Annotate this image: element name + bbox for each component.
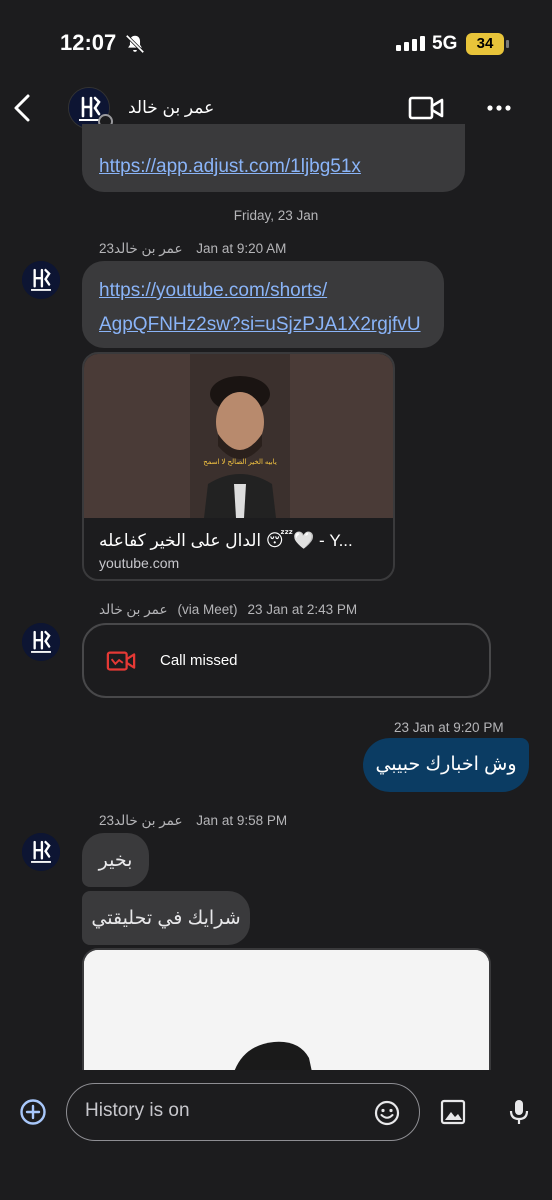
add-attachment-icon[interactable] (19, 1098, 47, 1126)
person-thumbnail-icon (190, 354, 290, 518)
message-bubble[interactable]: بخير (82, 833, 149, 887)
image-attachment[interactable] (82, 948, 491, 1070)
message-bubble[interactable]: شرايك في تحليقتي (82, 891, 250, 945)
message-input[interactable] (85, 1100, 355, 1122)
preview-title: الدال على الخير كفاعله 😴🤍 - Y... (99, 531, 353, 550)
battery-cap (506, 40, 509, 48)
sender-name: عمر بن خالد (114, 813, 183, 828)
video-overlay-text: يابيه الخير الصالح لا اسمح (203, 459, 277, 466)
preview-domain: youtube.com (99, 555, 180, 571)
gallery-icon[interactable] (440, 1099, 466, 1125)
signal-icon (396, 36, 425, 51)
message-meta: عمر بن خالد23 Jan at 9:58 PM (99, 813, 287, 829)
status-time: 12:07 (60, 30, 117, 55)
back-arrow-icon[interactable] (10, 92, 34, 124)
network-type: 5G (432, 33, 458, 54)
sender-avatar[interactable] (22, 833, 60, 871)
sender-avatar[interactable] (22, 623, 60, 661)
crest-icon (22, 833, 60, 871)
sender-name: عمر بن خالد (114, 241, 183, 256)
bell-slash-icon (125, 34, 145, 54)
message-meta: عمر بن خالد (via Meet) 23 Jan at 2:43 PM (99, 602, 357, 618)
preview-thumbnail: يابيه الخير الصالح لا اسمح (84, 354, 393, 518)
contact-name[interactable]: عمر بن خالد (128, 98, 214, 118)
microphone-icon[interactable] (508, 1098, 530, 1126)
message-link[interactable]: https://app.adjust.com/1ljbg51x (99, 150, 361, 184)
photo-preview-icon (84, 950, 489, 1070)
message-composer[interactable] (66, 1083, 420, 1141)
video-call-icon[interactable] (408, 94, 444, 122)
message-text: بخير (98, 850, 133, 871)
message-text: شرايك في تحليقتي (91, 908, 241, 929)
message-time: 23 Jan at 9:20 PM (394, 720, 504, 735)
more-options-icon[interactable] (486, 96, 512, 120)
message-meta: عمر بن خالد23 Jan at 9:20 AM (99, 241, 286, 257)
date-divider: Friday, 23 Jan (233, 208, 319, 223)
crest-icon (22, 623, 60, 661)
youtube-link-line2[interactable]: AgpQFNHz2sw?si=uSjzPJA1X2rgjfvU (99, 308, 421, 342)
sender-avatar[interactable] (22, 261, 60, 299)
link-preview-card[interactable]: يابيه الخير الصالح لا اسمح الدال على الخ… (82, 352, 395, 581)
emoji-icon[interactable] (374, 1100, 400, 1126)
missed-call-card[interactable]: Call missed (82, 623, 491, 698)
message-time: 23 Jan at 2:43 PM (247, 602, 358, 617)
outgoing-text: وش اخبارك حبيبي (375, 754, 517, 775)
youtube-link-line1[interactable]: https://youtube.com/shorts/ (99, 274, 327, 308)
sender-name: عمر بن خالد (99, 602, 168, 617)
missed-video-call-icon (106, 651, 136, 671)
message-bubble[interactable]: https://youtube.com/shorts/ AgpQFNHz2sw?… (82, 261, 444, 348)
video-frame: يابيه الخير الصالح لا اسمح (190, 354, 290, 518)
via-label: (via Meet) (177, 602, 238, 617)
call-missed-label: Call missed (160, 652, 238, 669)
outgoing-bubble[interactable]: وش اخبارك حبيبي (363, 738, 529, 792)
battery-icon: 34 (466, 33, 504, 55)
message-bubble[interactable]: https://app.adjust.com/1ljbg51x (82, 124, 465, 192)
crest-icon (22, 261, 60, 299)
